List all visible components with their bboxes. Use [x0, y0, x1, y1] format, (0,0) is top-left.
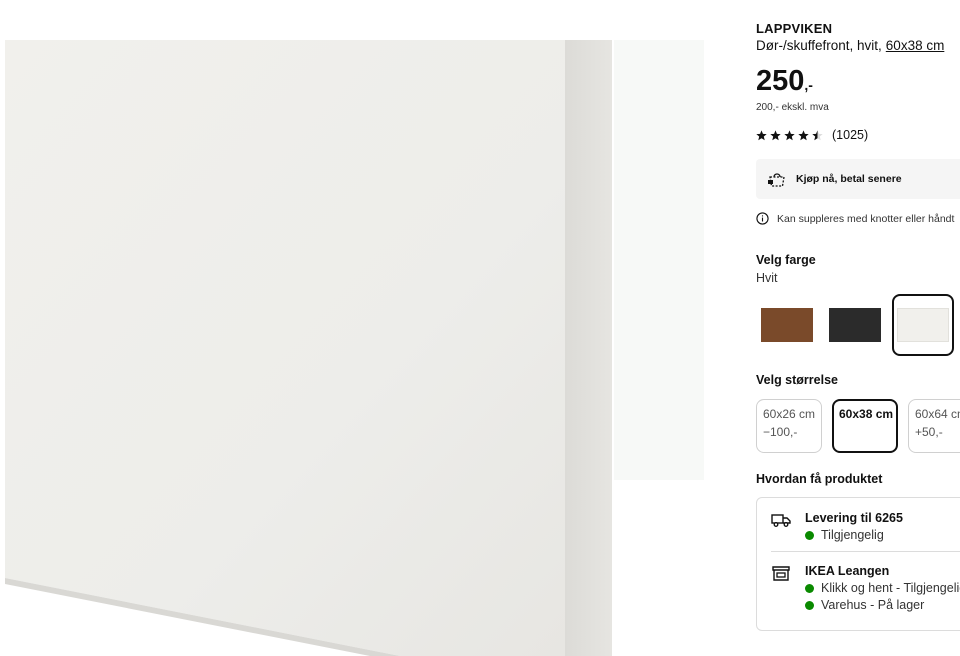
star-icon: [756, 129, 767, 140]
store-option[interactable]: IKEA Leangen Klikk og hent - Tilgjengeli…: [771, 564, 960, 612]
price-main: 250: [756, 65, 805, 97]
buy-now-pay-later-label: Kjøp nå, betal senere: [796, 173, 902, 185]
color-heading: Velg farge: [756, 253, 816, 267]
size-label: 60x38 cm: [839, 407, 894, 421]
swatch-black-brown[interactable]: [824, 294, 886, 356]
swatch-walnut[interactable]: [756, 294, 818, 356]
swatch-chip: [829, 308, 881, 342]
size-option-60x38[interactable]: 60x38 cm: [832, 399, 898, 453]
store-click-collect: Klikk og hent - Tilgjengelig: [805, 581, 960, 595]
review-count: (1025): [832, 128, 869, 142]
status-dot: [805, 583, 814, 593]
price-suffix: ,-: [804, 77, 813, 93]
accessory-note-text: Kan suppleres med knotter eller håndt: [777, 212, 955, 225]
product-info: LAPPVIKEN Dør-/skuffefront, hvit, 60x38 c…: [756, 0, 960, 656]
delivery-status: Tilgjengelig: [805, 528, 903, 542]
size-heading: Velg størrelse: [756, 373, 838, 387]
swatch-chip: [761, 308, 813, 342]
divider: [771, 551, 960, 552]
rating[interactable]: (1025): [756, 128, 868, 142]
fulfilment-options: Levering til 6265 Tilgjengelig IKEA Lean…: [756, 497, 960, 631]
store-stock-text: Varehus - På lager: [821, 598, 925, 612]
rating-stars: [756, 129, 823, 141]
swatch-chip: [897, 308, 949, 342]
delivery-option[interactable]: Levering til 6265 Tilgjengelig: [771, 511, 903, 542]
click-collect-text: Klikk og hent - Tilgjengelig: [821, 581, 960, 595]
size-option-60x64[interactable]: 60x64 cm +50,-: [908, 399, 960, 453]
size-option-60x26[interactable]: 60x26 cm −100,-: [756, 399, 822, 453]
info-icon: [756, 212, 769, 225]
price-ex-vat: 200,- ekskl. mva: [756, 102, 829, 113]
store-icon: [772, 566, 790, 581]
size-options: 60x26 cm −100,- 60x38 cm 60x64 cm +50,-: [756, 399, 960, 453]
size-link[interactable]: 60x38 cm: [886, 38, 945, 53]
delivery-title: Levering til 6265: [805, 511, 903, 525]
status-dot: [805, 600, 814, 610]
accessory-note[interactable]: Kan suppleres med knotter eller håndt: [756, 212, 954, 225]
buy-now-pay-later[interactable]: Kjøp nå, betal senere: [756, 159, 960, 199]
store-stock: Varehus - På lager: [805, 598, 960, 612]
shopping-bag-icon: [768, 173, 785, 187]
product-description: Dør-/skuffefront, hvit, 60x38 cm: [756, 38, 944, 53]
door-front-image: [5, 40, 704, 656]
size-label: 60x64 cm: [915, 407, 960, 421]
product-image[interactable]: [0, 0, 720, 656]
star-icon: [798, 129, 809, 140]
size-price-delta: −100,-: [763, 425, 798, 439]
delivery-status-text: Tilgjengelig: [821, 528, 884, 542]
color-swatches: [756, 294, 954, 356]
selected-color: Hvit: [756, 271, 778, 285]
size-price-delta: +50,-: [915, 425, 943, 439]
store-title: IKEA Leangen: [805, 564, 890, 578]
size-label: 60x26 cm: [763, 407, 816, 421]
status-dot: [805, 530, 814, 540]
star-icon: [784, 129, 795, 140]
description-text: Dør-/skuffefront, hvit,: [756, 38, 882, 53]
swatch-white[interactable]: [892, 294, 954, 356]
half-star-icon: [812, 129, 823, 140]
product-name: LAPPVIKEN: [756, 21, 833, 36]
star-icon: [770, 129, 781, 140]
price: 250,-: [756, 64, 813, 102]
fulfilment-heading: Hvordan få produktet: [756, 472, 883, 486]
truck-icon: [771, 514, 791, 527]
